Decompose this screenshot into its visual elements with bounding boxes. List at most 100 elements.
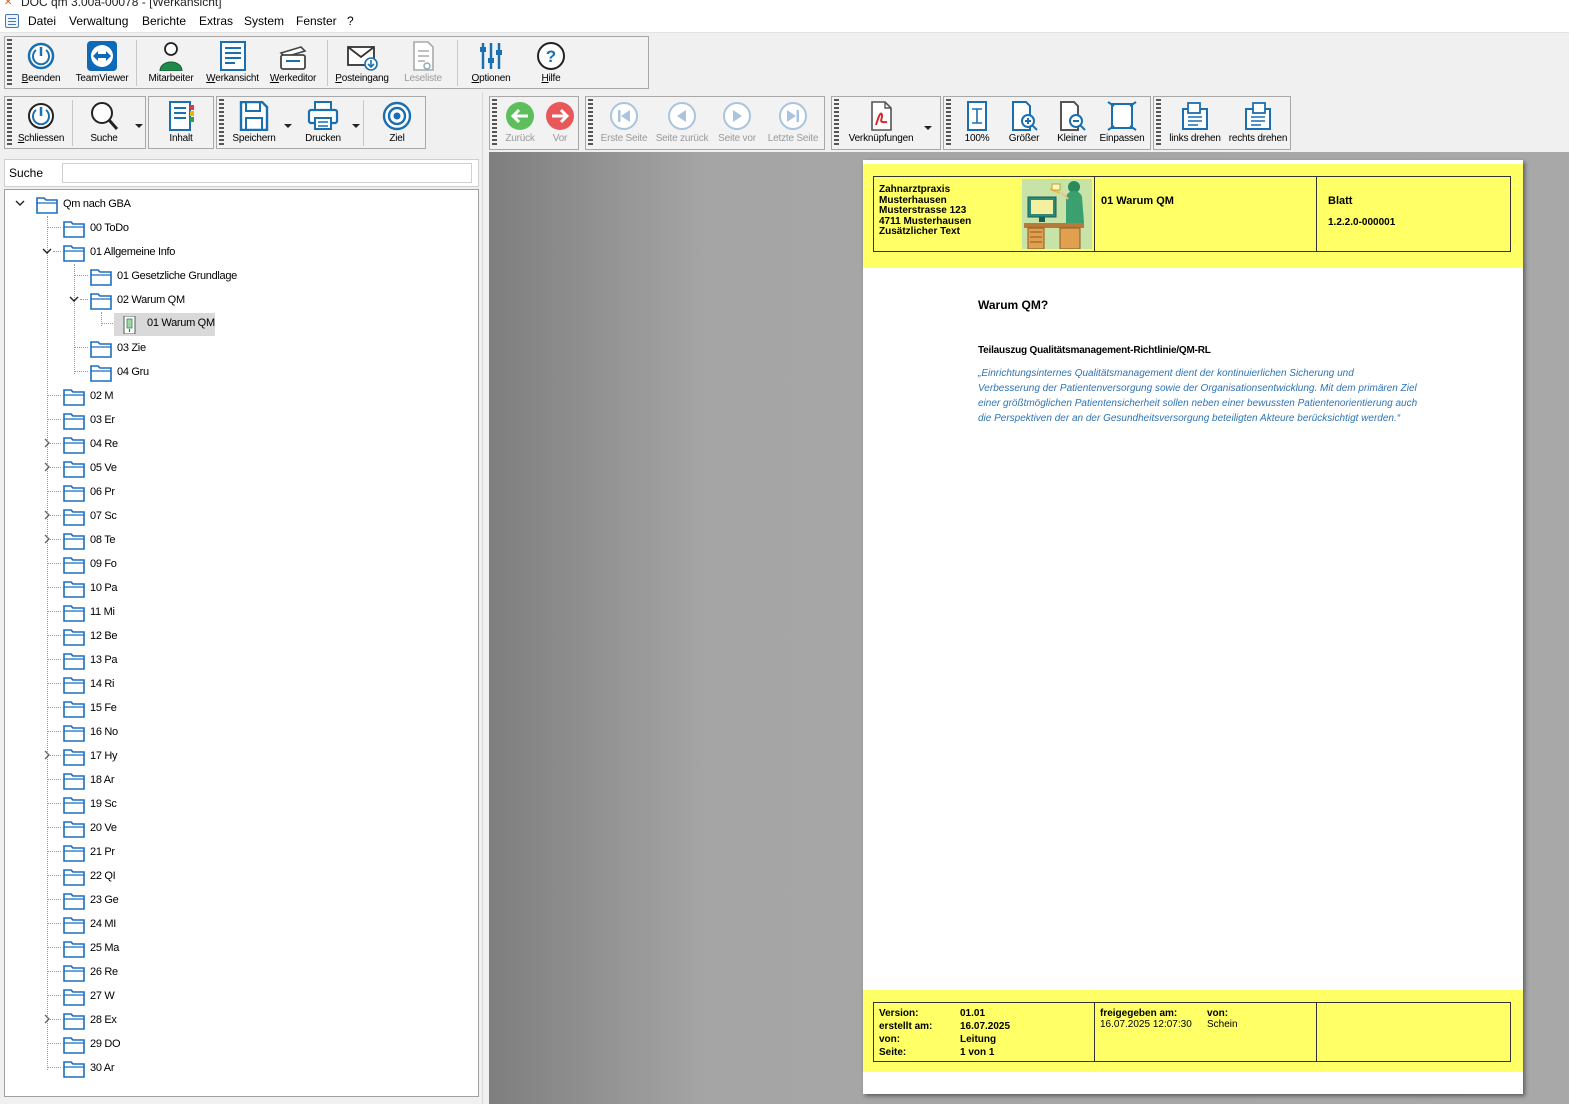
schliessen-button[interactable]: Schliessen (15, 97, 67, 148)
drucken-dropdown-arrow[interactable] (352, 124, 360, 128)
collapse-chevron-icon[interactable] (15, 198, 25, 208)
groesser-button[interactable]: Größer (1002, 97, 1046, 148)
document-page: Zahnarztpraxis Musterhausen Musterstrass… (863, 160, 1523, 1094)
approved-by: Schein (1207, 1019, 1238, 1030)
verknuepfungen-button[interactable]: Verknüpfungen (844, 97, 918, 148)
folder-icon (63, 557, 85, 574)
folder-icon (63, 533, 85, 550)
seite-vor-button[interactable]: Seite vor (714, 97, 760, 148)
rotate-right-icon (1245, 102, 1271, 130)
main-toolbar: Beenden TeamViewer Mitarbeiter Werkansic… (4, 36, 649, 89)
expand-chevron-icon[interactable] (42, 462, 52, 472)
folder-icon (63, 821, 85, 838)
header-practice-cell: Zahnarztpraxis Musterhausen Musterstrass… (874, 177, 1095, 251)
werkansicht-button[interactable]: Werkansicht (205, 37, 260, 88)
expand-chevron-icon[interactable] (42, 750, 52, 760)
folder-icon (63, 485, 85, 502)
optionen-button[interactable]: Optionen (465, 37, 517, 88)
kleiner-button[interactable]: Kleiner (1050, 97, 1094, 148)
menu-verwaltung[interactable]: Verwaltung (69, 14, 128, 28)
fit-page-icon (1107, 101, 1137, 131)
page-count: 1 von 1 (960, 1047, 995, 1058)
document-subtitle: Teilauszug Qualitätsmanagement-Richtlini… (978, 345, 1211, 356)
document-icon (123, 316, 136, 334)
folder-icon (63, 437, 85, 454)
folder-icon (63, 245, 85, 262)
approved-date: 16.07.2025 12:07:30 (1100, 1019, 1192, 1030)
blatt-number: 1.2.2.0-000001 (1328, 217, 1396, 228)
drucken-button[interactable]: Drucken (297, 97, 349, 148)
zoom-out-icon (1060, 101, 1086, 131)
collapse-chevron-icon[interactable] (69, 294, 79, 304)
expand-chevron-icon[interactable] (42, 1014, 52, 1024)
folder-icon (90, 269, 112, 286)
zoom-in-icon (1012, 101, 1038, 131)
inhalt-button[interactable]: Inhalt (155, 97, 207, 148)
document-tree[interactable]: Qm nach GBA 00 ToDo 01 Allgemeine Info 0… (4, 189, 479, 1097)
speichern-dropdown-arrow[interactable] (284, 124, 292, 128)
erste-seite-button[interactable]: Erste Seite (598, 97, 650, 148)
menu-system[interactable]: System (244, 14, 284, 28)
folder-icon (63, 1037, 85, 1054)
menu-berichte[interactable]: Berichte (142, 14, 186, 28)
expand-chevron-icon[interactable] (42, 534, 52, 544)
folder-icon (90, 341, 112, 358)
folder-icon (36, 197, 58, 214)
version-value: 01.01 (960, 1008, 986, 1019)
suche-dropdown-arrow[interactable] (135, 124, 143, 128)
teamviewer-button[interactable]: TeamViewer (73, 37, 131, 88)
rotate-left-icon (1182, 102, 1208, 130)
menu-fenster[interactable]: Fenster (296, 14, 337, 28)
folder-icon (63, 461, 85, 478)
speichern-button[interactable]: Speichern (227, 97, 281, 148)
search-row: Suche (4, 159, 479, 187)
menu-extras[interactable]: Extras (199, 14, 233, 28)
links-drehen-button[interactable]: links drehen (1166, 97, 1224, 148)
folder-icon (63, 773, 85, 790)
sliders-icon (480, 43, 502, 69)
menu-help[interactable]: ? (347, 14, 354, 28)
zoom-100-button[interactable]: 100% (956, 97, 998, 148)
verknuepfungen-dropdown-arrow[interactable] (924, 126, 932, 130)
expand-chevron-icon[interactable] (42, 438, 52, 448)
ziel-button[interactable]: Ziel (371, 97, 423, 148)
folder-icon (90, 293, 112, 310)
werkeditor-button[interactable]: Werkeditor (267, 37, 319, 88)
folder-icon (63, 797, 85, 814)
expand-chevron-icon[interactable] (42, 510, 52, 520)
zurueck-button[interactable]: Zurück (502, 97, 538, 148)
menu-datei[interactable]: Datei (28, 14, 56, 28)
header-title: 01 Warum QM (1101, 195, 1174, 207)
folder-icon (63, 653, 85, 670)
page-header-table: Zahnarztpraxis Musterhausen Musterstrass… (873, 176, 1511, 252)
posteingang-button[interactable]: Posteingang (335, 37, 389, 88)
suche-button[interactable]: Suche (79, 97, 129, 148)
collapse-chevron-icon[interactable] (42, 246, 52, 256)
folder-icon (63, 917, 85, 934)
leseliste-button[interactable]: Leseliste (397, 37, 449, 88)
left-panel-scrollbar[interactable] (4, 1097, 479, 1104)
beenden-button[interactable]: Beenden (15, 37, 67, 88)
search-input[interactable] (62, 163, 472, 183)
window-title: DOC qm 3.00a-00078 - [Werkansicht] (21, 0, 222, 9)
hilfe-button[interactable]: ? Hilfe (525, 37, 577, 88)
folder-icon (63, 221, 85, 238)
letzte-seite-button[interactable]: Letzte Seite (766, 97, 820, 148)
document-viewer[interactable]: Zahnarztpraxis Musterhausen Musterstrass… (489, 152, 1569, 1104)
target-icon (382, 101, 412, 131)
folder-icon (63, 1061, 85, 1078)
panel-splitter[interactable] (482, 92, 487, 1104)
folder-icon (90, 365, 112, 382)
folder-icon (63, 869, 85, 886)
editor-icon (279, 46, 307, 70)
vor-button[interactable]: Vor (542, 97, 578, 148)
mdi-document-icon[interactable] (5, 14, 19, 28)
rechts-drehen-button[interactable]: rechts drehen (1228, 97, 1288, 148)
back-arrow-icon (506, 102, 534, 130)
einpassen-button[interactable]: Einpassen (1098, 97, 1146, 148)
seite-zurueck-button[interactable]: Seite zurück (654, 97, 710, 148)
created-date: 16.07.2025 (960, 1021, 1011, 1032)
mitarbeiter-button[interactable]: Mitarbeiter (145, 37, 197, 88)
folder-icon (63, 581, 85, 598)
document-title: Warum QM? (978, 298, 1049, 312)
